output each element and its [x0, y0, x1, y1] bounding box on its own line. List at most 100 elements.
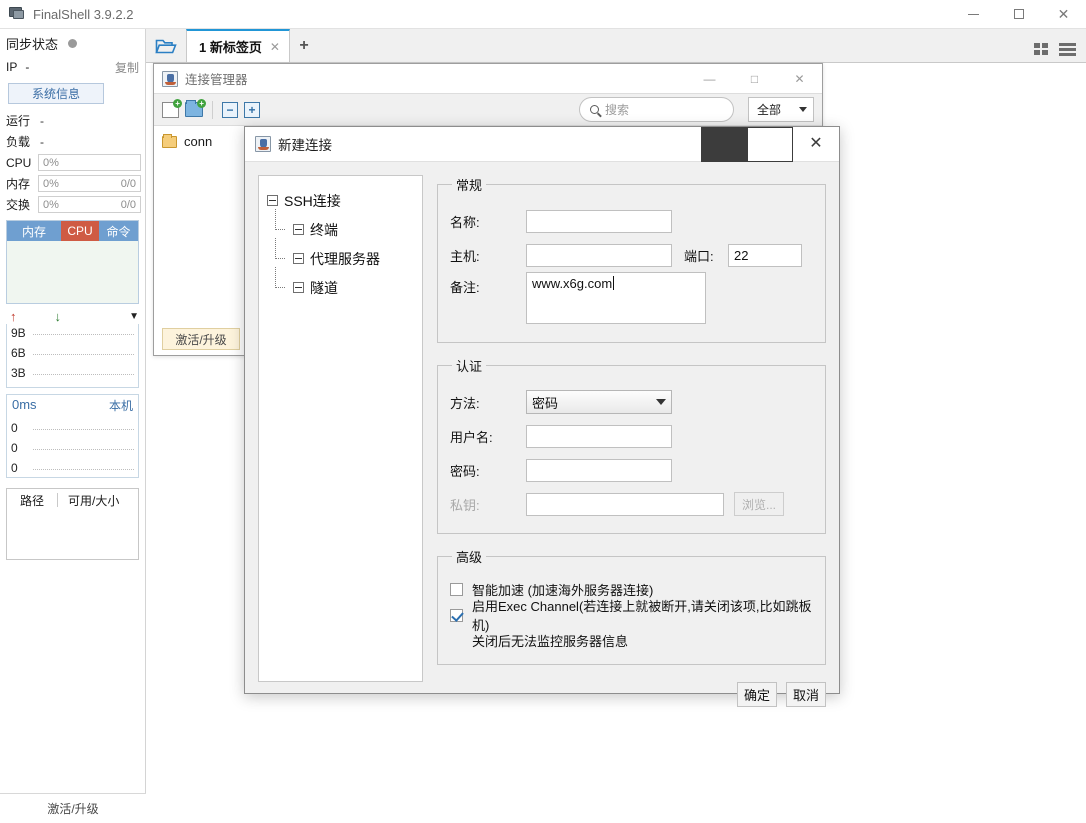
- port-input[interactable]: 22: [728, 244, 802, 267]
- connection-manager-window-controls: — □ ✕: [687, 64, 822, 94]
- cm-maximize-button[interactable]: □: [732, 64, 777, 94]
- username-input[interactable]: [526, 425, 672, 448]
- sync-status-label: 同步状态: [6, 34, 58, 53]
- tree-node-terminal[interactable]: 终端: [267, 215, 422, 244]
- java-icon: [255, 136, 271, 152]
- open-folder-icon[interactable]: [146, 29, 186, 62]
- tree-item-conn[interactable]: conn: [154, 126, 253, 149]
- memory-total-value: 0/0: [121, 178, 136, 190]
- tree-node-label: 代理服务器: [310, 249, 380, 269]
- copy-ip-button[interactable]: 复制: [115, 59, 139, 76]
- note-value: www.x6g.com: [532, 276, 612, 291]
- monitor-icon: [9, 7, 25, 21]
- column-header-path[interactable]: 路径: [7, 492, 57, 509]
- exec-channel-label: 启用Exec Channel(若连接上就被断开,请关闭该项,比如跳板机): [472, 596, 813, 634]
- new-folder-icon[interactable]: +: [185, 102, 203, 117]
- password-input[interactable]: [526, 459, 672, 482]
- close-button[interactable]: ✕: [1041, 0, 1086, 29]
- filter-value: 全部: [757, 101, 781, 118]
- exec-channel-checkbox[interactable]: [450, 609, 463, 622]
- expand-all-icon[interactable]: +: [244, 102, 260, 118]
- tree-node-proxy-server[interactable]: 代理服务器: [267, 244, 422, 273]
- stat-row-load: 负载 -: [0, 131, 145, 152]
- tree-node-label: 隧道: [310, 278, 338, 298]
- collapse-toggle-icon[interactable]: [293, 224, 304, 235]
- cpu-label: CPU: [6, 156, 38, 170]
- dialog-main-panel: 常规 名称: 主机: 端口: 22 备注: www.x6g.com: [437, 175, 826, 682]
- connection-manager-toolbar: + + − + 搜索 全部: [154, 94, 822, 126]
- tab-close-icon[interactable]: ✕: [270, 40, 280, 54]
- cm-activate-label: 激活/升级: [175, 331, 226, 348]
- auth-method-dropdown[interactable]: 密码: [526, 390, 672, 414]
- new-tab-button[interactable]: +: [290, 29, 318, 62]
- network-menu-icon[interactable]: ▼: [129, 311, 139, 322]
- latency-value: 0ms: [12, 397, 37, 414]
- minimize-button[interactable]: [951, 0, 996, 29]
- latency-y-label-2: 0: [11, 441, 18, 455]
- port-label: 端口:: [684, 246, 728, 265]
- note-label: 备注:: [450, 272, 526, 296]
- exec-channel-row[interactable]: 启用Exec Channel(若连接上就被断开,请关闭该项,比如跳板机): [450, 602, 813, 628]
- load-label: 负载: [6, 133, 38, 150]
- password-row: 密码:: [450, 453, 813, 487]
- uptime-label: 运行: [6, 112, 38, 129]
- dialog-maximize-button[interactable]: [747, 127, 793, 162]
- column-header-available-size[interactable]: 可用/大小: [58, 492, 119, 509]
- method-row: 方法: 密码: [450, 385, 813, 419]
- advanced-group: 高级 智能加速 (加速海外服务器连接) 启用Exec Channel(若连接上就…: [437, 547, 826, 665]
- tab-new-page[interactable]: 1 新标签页 ✕: [186, 29, 290, 62]
- network-y-label-1: 9B: [11, 326, 26, 340]
- view-toggle-group: [1034, 43, 1086, 62]
- tree-node-label: SSH连接: [284, 191, 341, 211]
- cancel-button[interactable]: 取消: [786, 682, 826, 707]
- collapse-toggle-icon[interactable]: [293, 253, 304, 264]
- collapse-all-icon[interactable]: −: [222, 102, 238, 118]
- name-input[interactable]: [526, 210, 672, 233]
- network-legend: ↑ ↓ ▼: [0, 304, 145, 324]
- cm-activate-button[interactable]: 激活/升级: [162, 328, 240, 350]
- new-connection-icon[interactable]: +: [162, 102, 179, 118]
- smart-accel-checkbox[interactable]: [450, 583, 463, 596]
- column-header-cpu[interactable]: CPU: [61, 221, 99, 241]
- collapse-toggle-icon[interactable]: [267, 195, 278, 206]
- maximize-button[interactable]: [996, 0, 1041, 29]
- tree-node-tunnel[interactable]: 隧道: [267, 273, 422, 302]
- sidebar-activate-bar[interactable]: 激活/升级: [0, 793, 146, 823]
- username-row: 用户名:: [450, 419, 813, 453]
- column-header-command[interactable]: 命令: [99, 221, 138, 241]
- host-input[interactable]: [526, 244, 672, 267]
- general-group: 常规 名称: 主机: 端口: 22 备注: www.x6g.com: [437, 175, 826, 343]
- dialog-minimize-button[interactable]: [701, 127, 747, 162]
- tree-node-ssh-connection[interactable]: SSH连接: [267, 186, 422, 215]
- latency-y-label-3: 0: [11, 461, 18, 475]
- system-info-button[interactable]: 系统信息: [8, 83, 104, 104]
- privatekey-input[interactable]: [526, 493, 724, 516]
- chevron-down-icon: [656, 399, 666, 405]
- grid-view-icon[interactable]: [1034, 43, 1049, 56]
- dialog-close-button[interactable]: ✕: [793, 127, 839, 162]
- list-view-icon[interactable]: [1059, 43, 1076, 56]
- collapse-toggle-icon[interactable]: [293, 282, 304, 293]
- note-textarea[interactable]: www.x6g.com: [526, 272, 706, 324]
- host-label: 主机:: [450, 246, 526, 265]
- main-titlebar: FinalShell 3.9.2.2 ✕: [0, 0, 1086, 29]
- latency-y-label-1: 0: [11, 421, 18, 435]
- download-arrow-icon: ↓: [55, 309, 62, 324]
- search-input[interactable]: 搜索: [579, 97, 734, 122]
- ip-value: -: [25, 60, 29, 74]
- cm-close-button[interactable]: ✕: [777, 64, 822, 94]
- ok-button[interactable]: 确定: [737, 682, 777, 707]
- tree-item-label: conn: [184, 134, 212, 149]
- tab-strip: 1 新标签页 ✕ +: [146, 29, 1086, 63]
- host-row: 主机: 端口: 22: [450, 238, 813, 272]
- cpu-usage-bar: 0%: [38, 154, 141, 171]
- process-table-header: 内存 CPU 命令: [7, 221, 138, 241]
- username-label: 用户名:: [450, 427, 526, 446]
- java-icon: [162, 71, 178, 87]
- sync-status-row: 同步状态: [0, 31, 145, 55]
- cm-minimize-button[interactable]: —: [687, 64, 732, 94]
- app-title: FinalShell 3.9.2.2: [33, 7, 133, 22]
- filter-dropdown[interactable]: 全部: [748, 97, 814, 122]
- browse-button[interactable]: 浏览...: [734, 492, 784, 516]
- column-header-memory[interactable]: 内存: [7, 221, 61, 241]
